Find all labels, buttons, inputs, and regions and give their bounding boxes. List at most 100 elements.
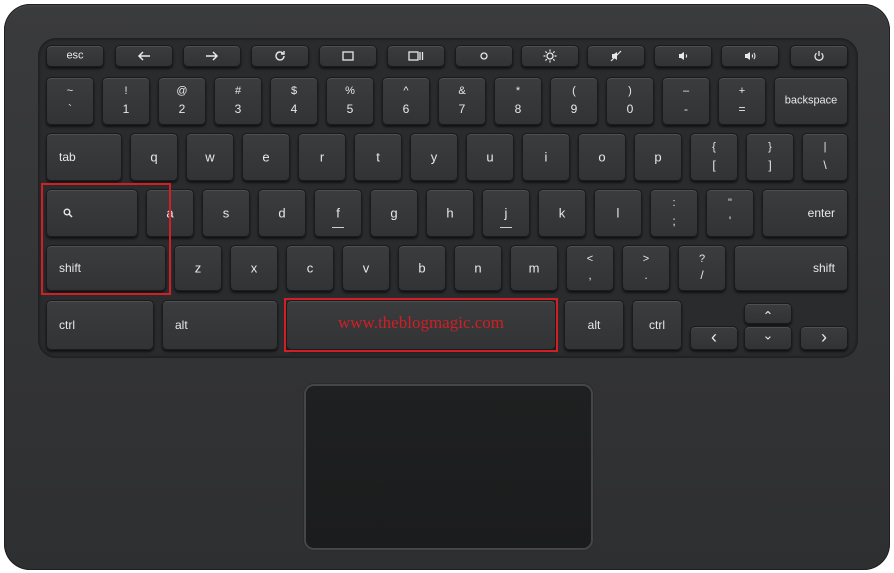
key-v[interactable]: v <box>342 245 390 291</box>
key-7[interactable]: & 7 <box>438 77 486 125</box>
key-9[interactable]: (9 <box>550 77 598 125</box>
key-e[interactable]: e <box>242 133 290 181</box>
key-label: d <box>278 205 286 221</box>
volume-down-key[interactable] <box>654 45 712 67</box>
key-top-label: ( <box>572 85 576 97</box>
key-k[interactable]: k <box>538 189 586 237</box>
enter-key[interactable]: enter <box>762 189 848 237</box>
key-r[interactable]: r <box>298 133 346 181</box>
forward-key[interactable] <box>183 45 241 67</box>
arrow-left-key[interactable]: ‹ <box>690 326 738 350</box>
key-a[interactable]: a <box>146 189 194 237</box>
key-label: h <box>446 205 454 221</box>
key-bottom-label: - <box>684 102 688 116</box>
brightness-down-key[interactable] <box>455 45 513 67</box>
key-t[interactable]: t <box>354 133 402 181</box>
key-6[interactable]: ^ 6 <box>382 77 430 125</box>
arrow-down-key[interactable]: ⌄ <box>744 326 792 350</box>
key-b[interactable]: b <box>398 245 446 291</box>
touchpad[interactable] <box>306 386 591 548</box>
brightness-up-key[interactable] <box>521 45 579 67</box>
key-i[interactable]: i <box>522 133 570 181</box>
key-slash[interactable]: ? / <box>678 245 726 291</box>
key-top-label: ) <box>628 85 632 97</box>
key-m[interactable]: m <box>510 245 558 291</box>
key-bottom-label: 3 <box>234 102 242 116</box>
key-l[interactable]: l <box>594 189 642 237</box>
key-top-label: $ <box>290 85 298 97</box>
key-comma[interactable]: <, <box>566 245 614 291</box>
key-2[interactable]: @2 <box>158 77 206 125</box>
key-y[interactable]: y <box>410 133 458 181</box>
ctrl-label: ctrl <box>649 318 665 332</box>
key-s[interactable]: s <box>202 189 250 237</box>
mute-key[interactable] <box>587 45 645 67</box>
tab-key[interactable]: tab <box>46 133 122 181</box>
key-0[interactable]: ) 0 <box>606 77 654 125</box>
arrow-down-icon: ⌄ <box>762 327 774 343</box>
key-left-bracket[interactable]: {[ <box>690 133 738 181</box>
backspace-key[interactable]: backspace <box>774 77 848 125</box>
key-u[interactable]: u <box>466 133 514 181</box>
tab-label: tab <box>59 150 76 164</box>
key-w[interactable]: w <box>186 133 234 181</box>
key-right-bracket[interactable]: }] <box>746 133 794 181</box>
right-shift-key[interactable]: shift <box>734 245 848 291</box>
key-x[interactable]: x <box>230 245 278 291</box>
key-h[interactable]: h <box>426 189 474 237</box>
key-label: l <box>616 205 620 221</box>
search-key[interactable] <box>46 189 138 237</box>
key-top-label: ^ <box>403 85 409 97</box>
key-quote[interactable]: " ' <box>706 189 754 237</box>
key-bottom-label: = <box>738 102 746 116</box>
key-bottom-label: ] <box>768 158 772 172</box>
enter-label: enter <box>807 206 835 220</box>
key-3[interactable]: #3 <box>214 77 262 125</box>
arrow-right-key[interactable]: › <box>800 326 848 350</box>
key-d[interactable]: d <box>258 189 306 237</box>
key-label: q <box>150 149 158 165</box>
key-equals[interactable]: + = <box>718 77 766 125</box>
back-key[interactable] <box>115 45 173 67</box>
arrow-right-icon: › <box>821 327 827 348</box>
key-label: y <box>430 149 438 165</box>
key-n[interactable]: n <box>454 245 502 291</box>
right-alt-key[interactable]: alt <box>564 300 624 350</box>
key-q[interactable]: q <box>130 133 178 181</box>
volume-up-key[interactable] <box>721 45 779 67</box>
key-bottom-label: 8 <box>514 102 522 116</box>
key-top-label: % <box>345 85 355 97</box>
arrow-up-key[interactable]: ⌃ <box>744 303 792 324</box>
key-semicolon[interactable]: :; <box>650 189 698 237</box>
key-minus[interactable]: – - <box>662 77 710 125</box>
overview-key[interactable] <box>387 45 445 67</box>
key-period[interactable]: >. <box>622 245 670 291</box>
key-top-label: { <box>712 141 716 153</box>
fullscreen-key[interactable] <box>319 45 377 67</box>
key-8[interactable]: * 8 <box>494 77 542 125</box>
left-ctrl-key[interactable]: ctrl <box>46 300 154 350</box>
key-label: s <box>222 205 230 221</box>
key-p[interactable]: p <box>634 133 682 181</box>
key-o[interactable]: o <box>578 133 626 181</box>
key-j[interactable]: j <box>482 189 530 237</box>
refresh-key[interactable] <box>251 45 309 67</box>
key-c[interactable]: c <box>286 245 334 291</box>
key-bottom-label: ; <box>672 214 676 228</box>
key-1[interactable]: ! 1 <box>102 77 150 125</box>
key-f[interactable]: f <box>314 189 362 237</box>
power-key[interactable] <box>790 45 848 67</box>
left-shift-key[interactable]: shift <box>46 245 166 291</box>
key-label: z <box>194 260 202 276</box>
left-alt-key[interactable]: alt <box>162 300 278 350</box>
right-ctrl-key[interactable]: ctrl <box>632 300 682 350</box>
key-z[interactable]: z <box>174 245 222 291</box>
key-backtick[interactable]: ~ ` <box>46 77 94 125</box>
key-4[interactable]: $4 <box>270 77 318 125</box>
key-backslash[interactable]: | \ <box>802 133 848 181</box>
esc-key[interactable]: esc <box>46 45 104 67</box>
key-top-label: } <box>768 141 772 153</box>
key-5[interactable]: % 5 <box>326 77 374 125</box>
key-g[interactable]: g <box>370 189 418 237</box>
volume-down-icon <box>679 52 688 60</box>
